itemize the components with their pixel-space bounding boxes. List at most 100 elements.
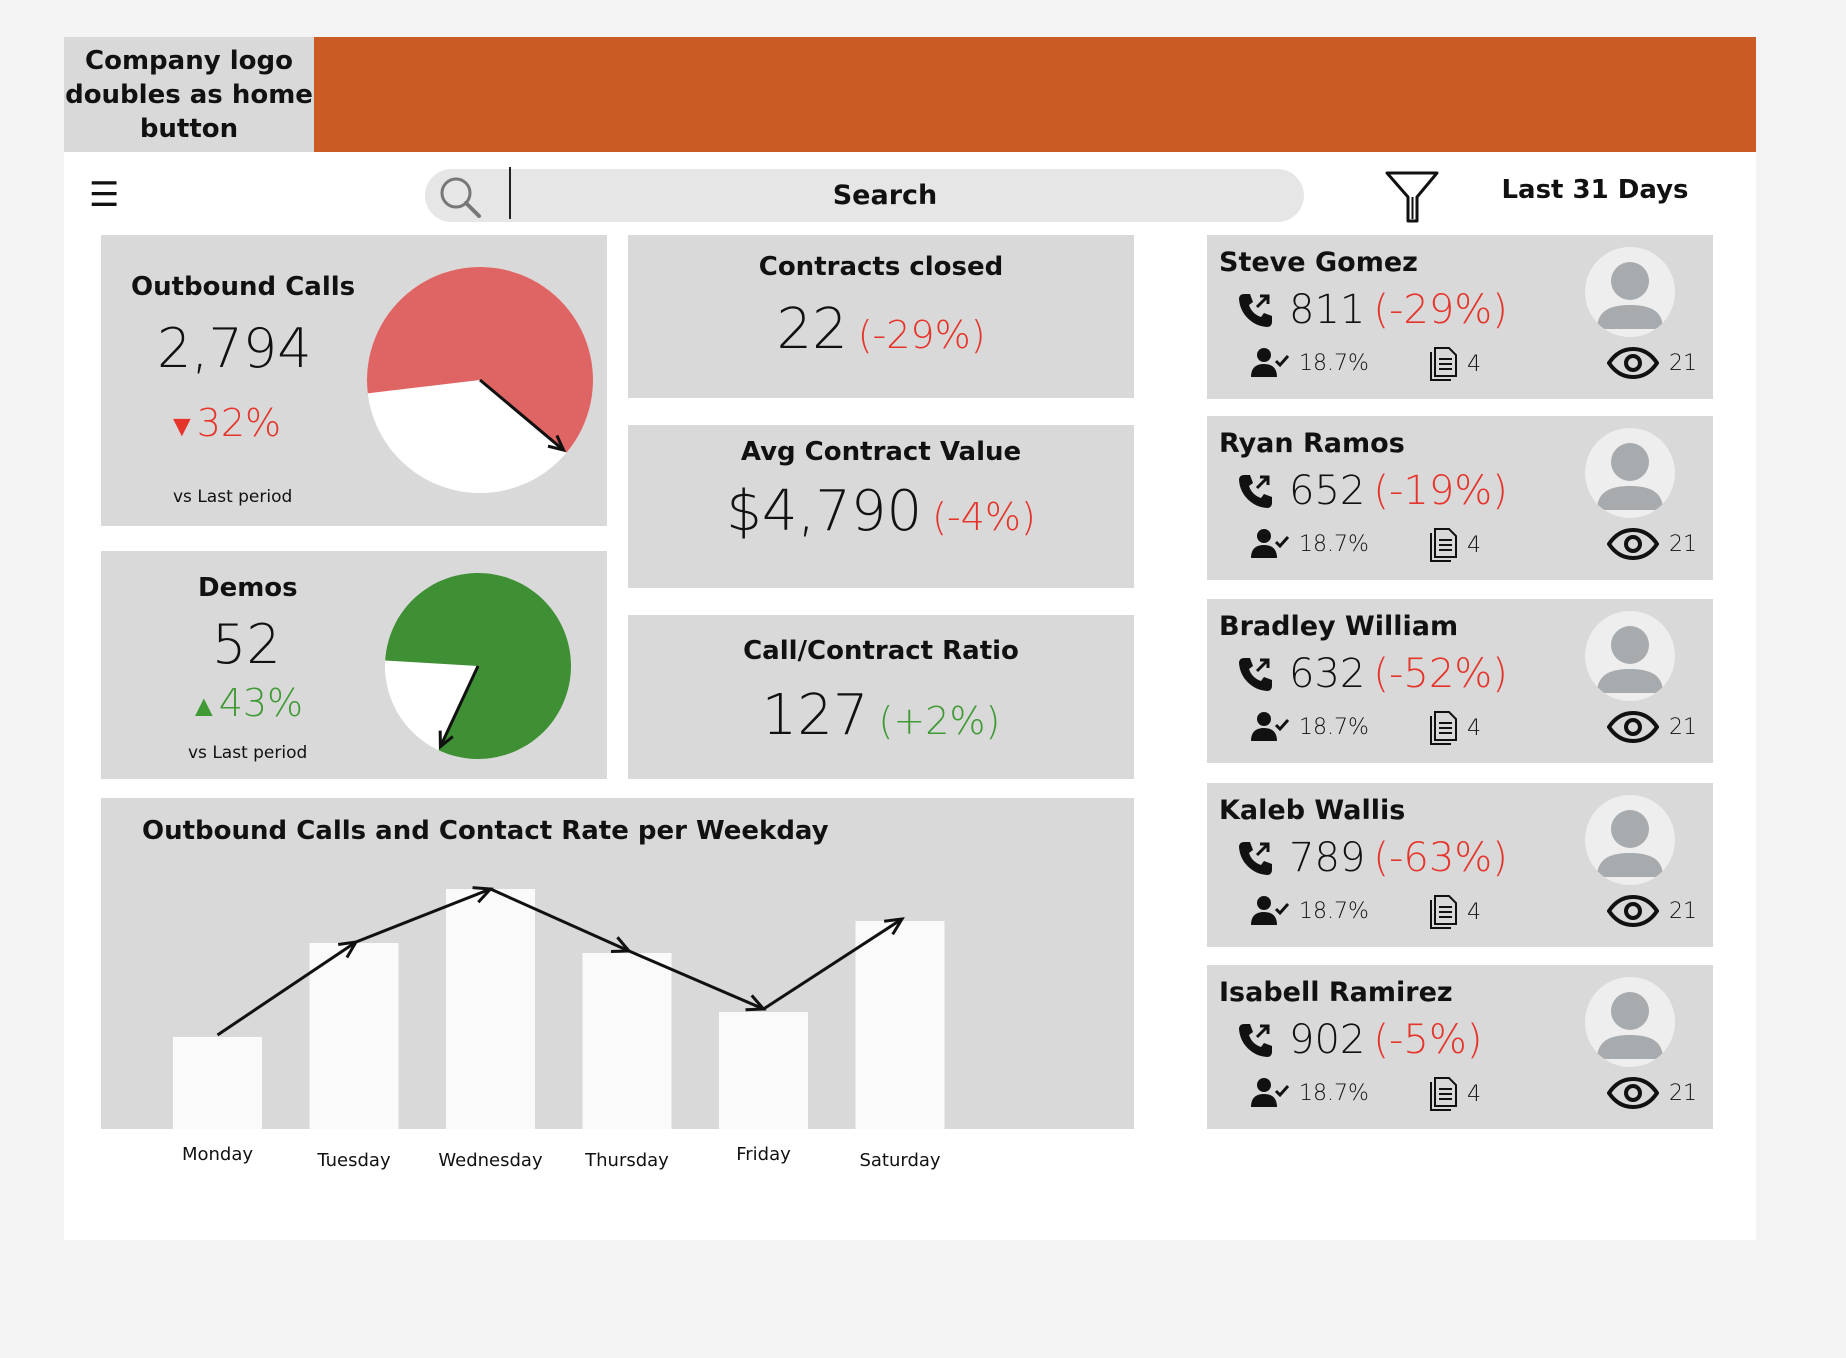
kpi-title: Outbound Calls bbox=[131, 272, 356, 302]
user-avatar-icon bbox=[1597, 626, 1663, 693]
views-stat: 21 bbox=[1607, 528, 1697, 560]
documents-value: 4 bbox=[1467, 351, 1481, 377]
down-triangle-icon: ▼ bbox=[167, 409, 197, 444]
filter-icon[interactable] bbox=[1384, 169, 1440, 225]
avatar[interactable] bbox=[1585, 247, 1675, 337]
views-value: 21 bbox=[1669, 898, 1697, 924]
avatar[interactable] bbox=[1585, 611, 1675, 701]
document-icon bbox=[1430, 528, 1457, 562]
agent-call-change: (-63%) bbox=[1373, 835, 1508, 881]
up-triangle-icon: ▲ bbox=[189, 689, 219, 724]
agent-call-change: (-19%) bbox=[1373, 468, 1508, 514]
avatar[interactable] bbox=[1585, 977, 1675, 1067]
eye-icon bbox=[1607, 528, 1659, 560]
user-avatar-icon bbox=[1597, 810, 1663, 877]
call-contract-ratio-card[interactable]: Call/Contract Ratio 127 (+2%) bbox=[628, 615, 1134, 779]
views-stat: 21 bbox=[1607, 711, 1697, 743]
weekday-label: Tuesday bbox=[317, 1150, 391, 1171]
agent-stats: 18.7% 4 21 bbox=[1243, 895, 1697, 931]
agent-call-change: (-5%) bbox=[1373, 1017, 1483, 1063]
contact-rate-stat: 18.7% bbox=[1251, 347, 1369, 379]
agent-call-change: (-29%) bbox=[1373, 287, 1508, 333]
bar-tuesday bbox=[309, 943, 399, 1129]
document-icon bbox=[1430, 1077, 1457, 1111]
contracts-closed-card[interactable]: Contracts closed 22 (-29%) bbox=[628, 235, 1134, 398]
agent-card[interactable]: Kaleb Wallis 789 (-63%) 18.7% 4 21 bbox=[1207, 783, 1713, 947]
kpi-change: ▲43% bbox=[189, 681, 304, 725]
documents-value: 4 bbox=[1467, 715, 1481, 741]
user-avatar-icon bbox=[1597, 992, 1663, 1059]
weekday-chart-card: Outbound Calls and Contact Rate per Week… bbox=[101, 798, 1134, 1129]
user-check-icon bbox=[1251, 1078, 1289, 1107]
eye-icon bbox=[1607, 347, 1659, 379]
agent-calls-row: 902 (-5%) bbox=[1235, 1017, 1482, 1063]
kpi-subtitle: vs Last period bbox=[188, 743, 308, 763]
date-range-selector[interactable]: Last 31 Days bbox=[1500, 175, 1690, 205]
bar-wednesday bbox=[446, 889, 535, 1129]
weekday-label: Wednesday bbox=[438, 1150, 543, 1171]
document-icon bbox=[1430, 711, 1457, 745]
company-logo-home-button[interactable]: Company logo doubles as home button bbox=[64, 37, 314, 152]
agent-calls-row: 789 (-63%) bbox=[1235, 835, 1508, 881]
agent-name: Steve Gomez bbox=[1219, 247, 1418, 278]
avatar[interactable] bbox=[1585, 428, 1675, 518]
agent-stats: 18.7% 4 21 bbox=[1243, 347, 1697, 383]
agent-calls-row: 632 (-52%) bbox=[1235, 651, 1508, 697]
avatar[interactable] bbox=[1585, 795, 1675, 885]
documents-value: 4 bbox=[1467, 899, 1481, 925]
agent-call-change: (-52%) bbox=[1373, 651, 1508, 697]
kpi-title: Demos bbox=[198, 573, 298, 603]
agent-card[interactable]: Isabell Ramirez 902 (-5%) 18.7% 4 21 bbox=[1207, 965, 1713, 1129]
kpi-change: (+2%) bbox=[878, 699, 1001, 743]
outgoing-call-icon bbox=[1239, 294, 1272, 327]
agent-name: Ryan Ramos bbox=[1219, 428, 1405, 459]
hamburger-menu-icon[interactable]: ☰ bbox=[89, 178, 119, 212]
user-check-icon bbox=[1251, 712, 1289, 741]
contact-rate-value: 18.7% bbox=[1299, 1080, 1369, 1106]
search-bar[interactable] bbox=[425, 167, 1304, 222]
agent-name: Isabell Ramirez bbox=[1219, 977, 1453, 1008]
agent-stats: 18.7% 4 21 bbox=[1243, 528, 1697, 564]
agent-card[interactable]: Ryan Ramos 652 (-19%) 18.7% 4 21 bbox=[1207, 416, 1713, 580]
search-input[interactable] bbox=[525, 175, 1245, 215]
weekday-chart bbox=[173, 886, 945, 1129]
bar-thursday bbox=[582, 953, 672, 1129]
agent-call-count: 902 bbox=[1289, 1017, 1366, 1063]
search-icon bbox=[440, 177, 481, 218]
documents-stat: 4 bbox=[1429, 895, 1481, 929]
outgoing-call-icon bbox=[1239, 842, 1272, 875]
documents-stat: 4 bbox=[1429, 528, 1481, 562]
outbound-calls-card[interactable]: Outbound Calls 2,794 ▼32% vs Last period bbox=[101, 235, 607, 526]
kpi-value: 52 bbox=[212, 613, 281, 676]
user-check-icon bbox=[1251, 348, 1289, 377]
views-value: 21 bbox=[1669, 714, 1697, 740]
bar-friday bbox=[719, 1012, 808, 1129]
demos-card[interactable]: Demos 52 ▲43% vs Last period bbox=[101, 551, 607, 779]
outgoing-call-icon bbox=[1239, 658, 1272, 691]
views-value: 21 bbox=[1669, 531, 1697, 557]
eye-icon bbox=[1607, 711, 1659, 743]
avg-contract-value-card[interactable]: Avg Contract Value $4,790 (-4%) bbox=[628, 425, 1134, 588]
agent-call-count: 632 bbox=[1289, 651, 1366, 697]
kpi-change: (-29%) bbox=[857, 313, 986, 357]
agent-call-count: 652 bbox=[1289, 468, 1366, 514]
kpi-subtitle: vs Last period bbox=[173, 487, 293, 507]
contact-rate-stat: 18.7% bbox=[1251, 528, 1369, 560]
bar-saturday bbox=[855, 921, 945, 1129]
eye-icon bbox=[1607, 895, 1659, 927]
demos-pie bbox=[385, 573, 571, 759]
contact-rate-stat: 18.7% bbox=[1251, 895, 1369, 927]
agent-card[interactable]: Bradley William 632 (-52%) 18.7% 4 21 bbox=[1207, 599, 1713, 763]
eye-icon bbox=[1607, 1077, 1659, 1109]
views-value: 21 bbox=[1669, 350, 1697, 376]
agent-card[interactable]: Steve Gomez 811 (-29%) 18.7% 4 21 bbox=[1207, 235, 1713, 399]
weekday-label: Friday bbox=[736, 1144, 791, 1165]
bar-monday bbox=[173, 1037, 262, 1129]
views-value: 21 bbox=[1669, 1080, 1697, 1106]
kpi-title: Avg Contract Value bbox=[740, 437, 1022, 467]
agent-stats: 18.7% 4 21 bbox=[1243, 711, 1697, 747]
weekday-label: Thursday bbox=[585, 1150, 669, 1171]
user-avatar-icon bbox=[1597, 443, 1663, 510]
agent-stats: 18.7% 4 21 bbox=[1243, 1077, 1697, 1113]
weekday-label: Monday bbox=[181, 1144, 254, 1165]
